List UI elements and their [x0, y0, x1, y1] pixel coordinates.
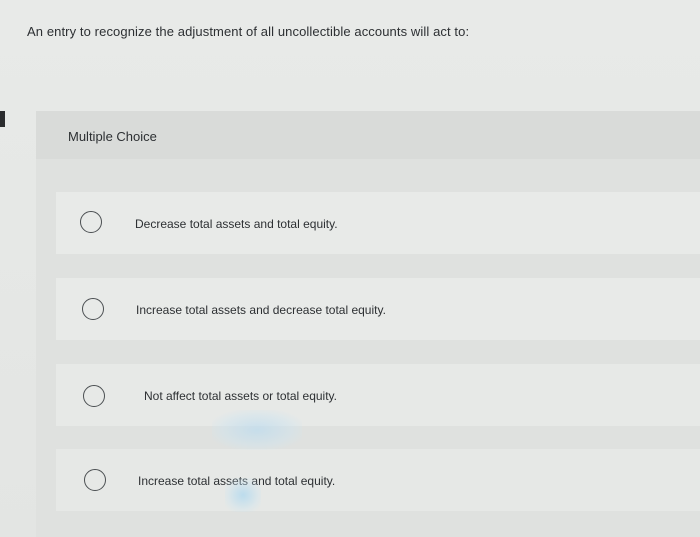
choice-label-4: Increase total assets and total equity.	[138, 474, 336, 488]
radio-button-4[interactable]	[84, 469, 106, 491]
choice-option-1[interactable]: Decrease total assets and total equity.	[56, 192, 700, 254]
choice-option-2[interactable]: Increase total assets and decrease total…	[56, 278, 700, 340]
choice-label-1: Decrease total assets and total equity.	[135, 217, 338, 231]
radio-button-2[interactable]	[82, 298, 104, 320]
radio-button-3[interactable]	[83, 385, 105, 407]
multiple-choice-header: Multiple Choice	[36, 111, 700, 159]
radio-button-1[interactable]	[80, 211, 102, 233]
choice-option-3[interactable]: Not affect total assets or total equity.	[56, 364, 700, 426]
choice-label-3: Not affect total assets or total equity.	[144, 389, 337, 403]
page: An entry to recognize the adjustment of …	[0, 0, 700, 537]
choice-label-2: Increase total assets and decrease total…	[136, 303, 386, 317]
choice-option-4[interactable]: Increase total assets and total equity.	[56, 449, 700, 511]
left-edge-marker	[0, 111, 5, 127]
multiple-choice-title: Multiple Choice	[68, 129, 157, 144]
question-text: An entry to recognize the adjustment of …	[27, 24, 470, 39]
